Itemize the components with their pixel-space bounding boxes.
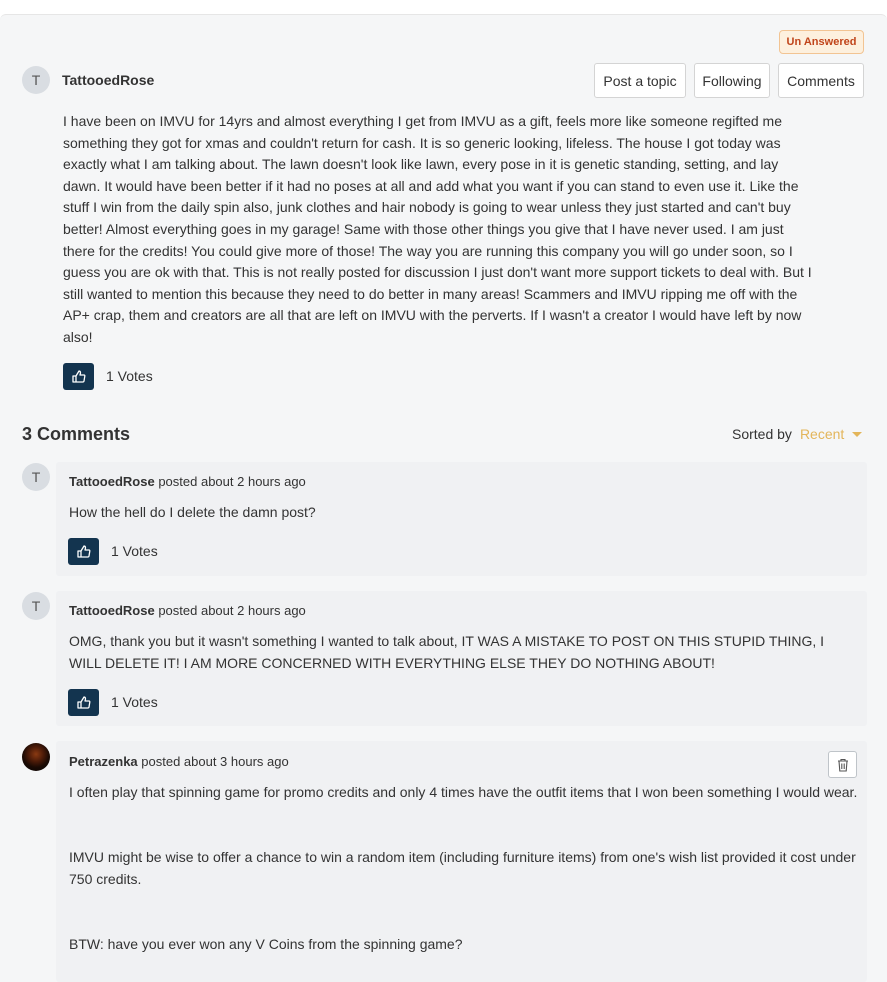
avatar <box>22 743 50 771</box>
post-body: I have been on IMVU for 14yrs and almost… <box>63 113 812 345</box>
comment-text: How the hell do I delete the damn post? <box>69 504 316 520</box>
comment-time: posted about 3 hours ago <box>137 754 289 769</box>
comment-text: OMG, thank you but it wasn't something I… <box>69 633 825 671</box>
vote-count: 1 Votes <box>111 543 158 559</box>
comment-paragraph: BTW: have you ever won any V Coins from … <box>69 936 463 952</box>
comments-button[interactable]: Comments <box>778 63 864 98</box>
avatar: T <box>22 66 50 94</box>
comment-meta: TattooedRose posted about 2 hours ago <box>69 474 306 489</box>
comment-paragraph: I often play that spinning game for prom… <box>69 784 858 800</box>
chevron-down-icon[interactable] <box>852 431 863 437</box>
sort-value[interactable]: Recent <box>800 426 844 442</box>
following-button[interactable]: Following <box>694 63 770 98</box>
thumbs-up-icon <box>76 696 90 709</box>
comment-time: posted about 2 hours ago <box>154 474 306 489</box>
delete-comment-button[interactable] <box>828 751 857 778</box>
sort-label: Sorted by <box>732 426 792 442</box>
comment-meta: TattooedRose posted about 2 hours ago <box>69 603 306 618</box>
thumbs-up-icon <box>76 545 90 558</box>
comment-author[interactable]: TattooedRose <box>69 603 155 618</box>
post-topic-button[interactable]: Post a topic <box>594 63 686 98</box>
status-badge: Un Answered <box>779 30 864 54</box>
comments-heading: 3 Comments <box>22 424 131 444</box>
topic-page: Un Answered T TattooedRose Post a topic … <box>0 14 887 982</box>
avatar: T <box>22 592 50 620</box>
avatar: T <box>22 463 50 491</box>
vote-count: 1 Votes <box>106 368 153 384</box>
comment-author[interactable]: Petrazenka <box>69 754 138 769</box>
sort-control[interactable]: Sorted by Recent <box>732 426 863 442</box>
comment-meta: Petrazenka posted about 3 hours ago <box>69 754 289 769</box>
comment-paragraph: IMVU might be wise to offer a chance to … <box>69 849 856 887</box>
upvote-button[interactable] <box>68 689 99 716</box>
upvote-button[interactable] <box>68 538 99 565</box>
post-author[interactable]: TattooedRose <box>62 72 154 88</box>
comment-author[interactable]: TattooedRose <box>69 474 155 489</box>
thumbs-up-icon <box>71 370 85 383</box>
vote-count: 1 Votes <box>111 694 158 710</box>
upvote-button[interactable] <box>63 363 94 390</box>
trash-icon <box>837 758 848 772</box>
comment-time: posted about 2 hours ago <box>154 603 306 618</box>
